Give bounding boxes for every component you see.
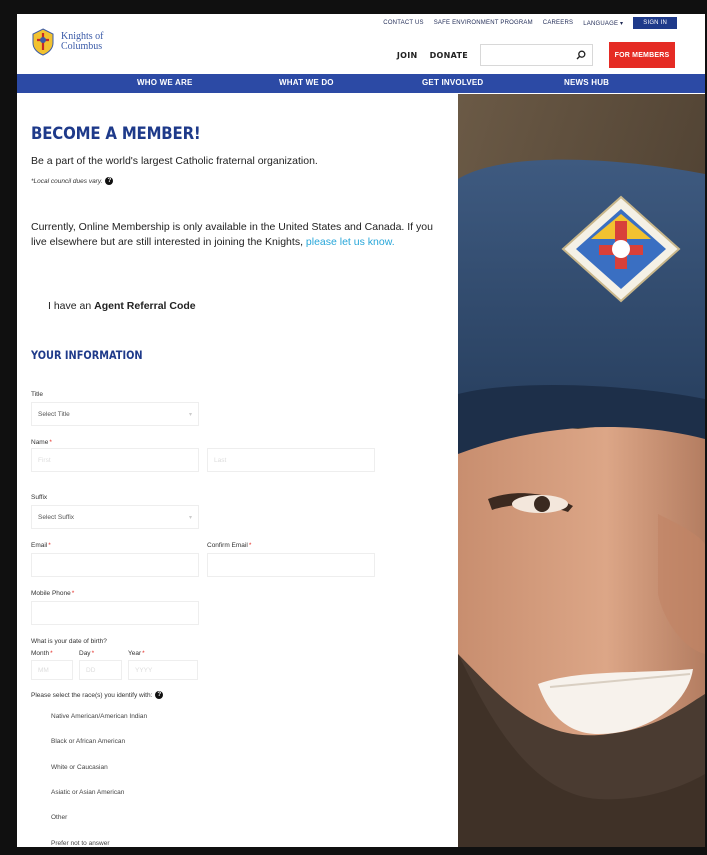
search-icon[interactable] xyxy=(576,50,586,60)
main-nav: WHO WE ARE WHAT WE DO GET INVOLVED NEWS … xyxy=(17,74,705,93)
page-subtitle: Be a part of the world's largest Catholi… xyxy=(31,155,318,167)
join-link[interactable]: JOIN xyxy=(397,51,418,60)
dob-question: What is your date of birth? xyxy=(31,638,107,645)
safe-environment-link[interactable]: SAFE ENVIRONMENT PROGRAM xyxy=(434,20,533,26)
first-name-field[interactable]: First xyxy=(31,448,199,472)
logo[interactable]: Knights of Columbus xyxy=(31,28,104,56)
nav-who-we-are[interactable]: WHO WE ARE xyxy=(137,78,192,87)
race-option[interactable]: White or Caucasian xyxy=(51,764,108,771)
race-question: Please select the race(s) you identify w… xyxy=(31,691,164,699)
help-icon[interactable]: ? xyxy=(105,177,114,185)
year-field[interactable]: YYYY xyxy=(128,660,198,680)
emblem-icon xyxy=(31,28,55,56)
race-option[interactable]: Other xyxy=(51,814,67,821)
nav-news-hub[interactable]: NEWS HUB xyxy=(564,78,609,87)
race-option[interactable]: Asiatic or Asian American xyxy=(51,789,124,796)
membership-notice: Currently, Online Membership is only ava… xyxy=(31,221,433,248)
month-label: Month* xyxy=(31,650,53,657)
day-label: Day* xyxy=(79,650,95,657)
section-title: YOUR INFORMATION xyxy=(31,348,143,362)
careers-link[interactable]: CAREERS xyxy=(543,20,573,26)
language-dropdown[interactable]: LANGUAGE xyxy=(583,20,623,27)
race-option[interactable]: Black or African American xyxy=(51,738,125,745)
confirm-email-field[interactable] xyxy=(207,553,375,577)
donate-link[interactable]: DONATE xyxy=(430,51,468,60)
mobile-phone-field[interactable] xyxy=(31,601,199,625)
nav-get-involved[interactable]: GET INVOLVED xyxy=(422,78,483,87)
brand-name: Knights of Columbus xyxy=(61,31,104,52)
smiling-man-image xyxy=(458,94,705,847)
title-label: Title xyxy=(31,391,44,398)
sign-in-button[interactable]: SIGN IN xyxy=(633,17,677,29)
year-label: Year* xyxy=(128,650,145,657)
page-title: BECOME A MEMBER! xyxy=(31,124,201,144)
last-name-field[interactable]: Last xyxy=(207,448,375,472)
contact-us-inline-link[interactable]: please let us know. xyxy=(306,236,395,248)
help-icon[interactable]: ? xyxy=(155,691,164,699)
confirm-email-label: Confirm Email* xyxy=(207,542,252,549)
email-label: Email* xyxy=(31,542,51,549)
agent-referral-toggle[interactable]: I have an Agent Referral Code xyxy=(48,300,196,312)
search-input[interactable] xyxy=(480,44,593,66)
for-members-button[interactable]: FOR MEMBERS xyxy=(609,42,675,68)
title-select[interactable]: Select Title xyxy=(31,402,199,426)
name-label: Name* xyxy=(31,439,52,446)
mobile-phone-label: Mobile Phone* xyxy=(31,590,75,597)
day-field[interactable]: DD xyxy=(79,660,122,680)
race-option[interactable]: Native American/American Indian xyxy=(51,713,147,720)
hero-photo xyxy=(458,94,705,847)
suffix-label: Suffix xyxy=(31,494,48,501)
utility-bar: CONTACT US SAFE ENVIRONMENT PROGRAM CARE… xyxy=(383,17,677,29)
browser-page: CONTACT US SAFE ENVIRONMENT PROGRAM CARE… xyxy=(17,14,705,847)
contact-us-link[interactable]: CONTACT US xyxy=(383,20,423,26)
email-field[interactable] xyxy=(31,553,199,577)
race-option[interactable]: Prefer not to answer xyxy=(51,840,110,847)
suffix-select[interactable]: Select Suffix xyxy=(31,505,199,529)
month-field[interactable]: MM xyxy=(31,660,73,680)
dues-note: *Local council dues vary. ? xyxy=(31,177,114,185)
nav-what-we-do[interactable]: WHAT WE DO xyxy=(279,78,334,87)
header-actions: JOIN DONATE FOR MEMBERS xyxy=(397,42,675,68)
